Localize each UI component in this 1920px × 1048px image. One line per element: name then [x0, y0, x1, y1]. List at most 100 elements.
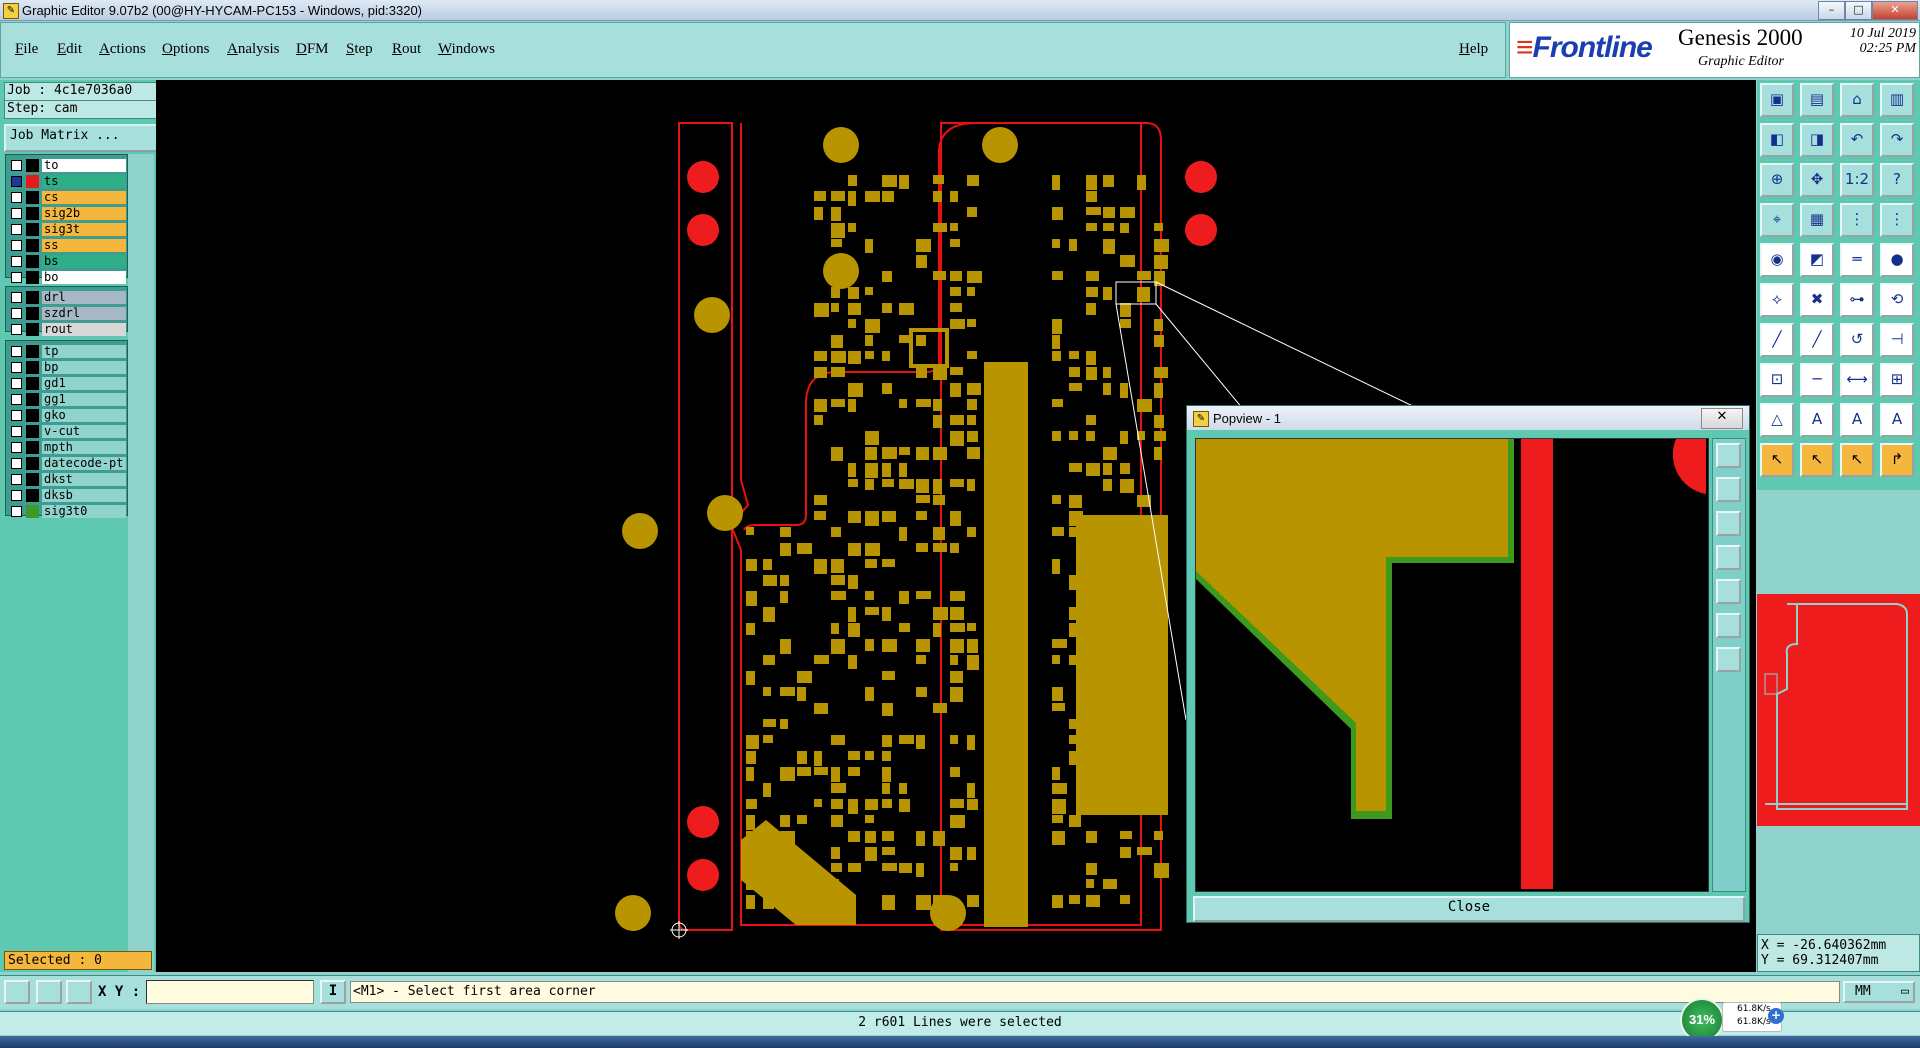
layer-color-swatch[interactable] [26, 271, 39, 284]
layer-name[interactable]: to [42, 159, 126, 172]
layer-row-szdrl[interactable]: szdrl [6, 306, 127, 321]
prev-tool-icon[interactable]: ◧ [1760, 123, 1794, 157]
layer-color-swatch[interactable] [26, 191, 39, 204]
layer-color-swatch[interactable] [26, 441, 39, 454]
menu-options[interactable]: Options [162, 41, 210, 58]
layer-name[interactable]: drl [42, 291, 126, 304]
menu-windows[interactable]: Windows [438, 41, 495, 58]
popview-center-button[interactable] [1716, 647, 1741, 672]
network-plus-icon[interactable]: + [1768, 1008, 1784, 1024]
layer-checkbox[interactable] [11, 192, 22, 203]
layer-row-mpth[interactable]: mpth [6, 440, 127, 455]
layer-checkbox[interactable] [11, 378, 22, 389]
popview-pan-right-button[interactable] [1716, 579, 1741, 604]
layer-row-sig3t[interactable]: sig3t [6, 222, 127, 237]
draw-line-tool-icon[interactable]: ╱ [1760, 323, 1794, 357]
add-line-tool-icon[interactable]: ◩ [1800, 243, 1834, 277]
feature-tool-icon[interactable]: ⊣ [1880, 323, 1914, 357]
layer-row-dkst[interactable]: dkst [6, 472, 127, 487]
undo-tool-icon[interactable]: ↶ [1840, 123, 1874, 157]
layer-color-swatch[interactable] [26, 159, 39, 172]
layer-checkbox[interactable] [11, 176, 22, 187]
copy-tool-icon[interactable]: ⊶ [1840, 283, 1874, 317]
layer-name[interactable]: sig3t0 [42, 505, 126, 518]
text-cursor-icon[interactable]: I [320, 980, 346, 1004]
delete-tool-icon[interactable]: ✖ [1800, 283, 1834, 317]
layer-checkbox[interactable] [11, 308, 22, 319]
popview-pan-left-button[interactable] [1716, 545, 1741, 570]
help-tool-icon[interactable]: ? [1880, 163, 1914, 197]
layer-checkbox[interactable] [11, 224, 22, 235]
maximize-button[interactable]: □ [1845, 1, 1872, 20]
network-monitor[interactable]: 31% 61.8K/s 61.8K/s + [1680, 994, 1790, 1042]
layer-checkbox[interactable] [11, 272, 22, 283]
route-tool-icon[interactable]: ↱ [1880, 443, 1914, 477]
layer-color-swatch[interactable] [26, 307, 39, 320]
minimize-button[interactable]: – [1818, 1, 1845, 20]
popview-zoom-out-button[interactable] [1716, 511, 1741, 536]
open-tool-icon[interactable]: ▣ [1760, 83, 1794, 117]
layer-color-swatch[interactable] [26, 223, 39, 236]
layer-name[interactable]: tp [42, 345, 126, 358]
center-tool-icon[interactable]: ✥ [1800, 163, 1834, 197]
layer-checkbox[interactable] [11, 394, 22, 405]
layer-color-swatch[interactable] [26, 489, 39, 502]
menu-analysis[interactable]: Analysis [227, 41, 280, 58]
layer-row-gko[interactable]: gko [6, 408, 127, 423]
save-tool-icon[interactable]: ▤ [1800, 83, 1834, 117]
popview-titlebar[interactable]: ✎ Popview - 1 ✕ [1187, 406, 1749, 430]
layer-row-datecode-pt[interactable]: datecode-pt [6, 456, 127, 471]
grid-mode-button[interactable] [66, 980, 92, 1004]
snap-tool-icon[interactable]: ⌖ [1760, 203, 1794, 237]
layer-checkbox[interactable] [11, 324, 22, 335]
cut-tool-icon[interactable]: ─ [1800, 363, 1834, 397]
layer-checkbox[interactable] [11, 410, 22, 421]
menu-edit[interactable]: Edit [57, 41, 82, 58]
layer-checkbox[interactable] [11, 490, 22, 501]
measure-tool-icon[interactable]: ⟷ [1840, 363, 1874, 397]
layer-checkbox[interactable] [11, 362, 22, 373]
circle-tool-icon[interactable]: ● [1880, 243, 1914, 277]
layer-checkbox[interactable] [11, 160, 22, 171]
close-window-button[interactable]: ✕ [1872, 1, 1918, 20]
menu-file[interactable]: File [15, 41, 38, 58]
layer-name[interactable]: ss [42, 239, 126, 252]
popview-zoom-in-button[interactable] [1716, 477, 1741, 502]
layer-color-swatch[interactable] [26, 255, 39, 268]
grid-tool-icon[interactable]: ▦ [1800, 203, 1834, 237]
fit-tool-icon[interactable]: ⊕ [1760, 163, 1794, 197]
layer-color-swatch[interactable] [26, 457, 39, 470]
layer-checkbox[interactable] [11, 208, 22, 219]
menu-help[interactable]: Help [1459, 41, 1488, 58]
layer-color-swatch[interactable] [26, 473, 39, 486]
layer-color-swatch[interactable] [26, 345, 39, 358]
menu-actions[interactable]: Actions [99, 41, 146, 58]
popview-close-button[interactable]: Close [1193, 896, 1745, 922]
job-matrix-button[interactable]: Job Matrix ... [4, 124, 160, 152]
layer-row-dksb[interactable]: dksb [6, 488, 127, 503]
layer-scrollbar[interactable] [128, 154, 154, 972]
layer-name[interactable]: bo [42, 271, 126, 284]
layer-checkbox[interactable] [11, 256, 22, 267]
layer-row-drl[interactable]: drl [6, 290, 127, 305]
ruler-tool-icon[interactable]: ═ [1840, 243, 1874, 277]
text-c-tool-icon[interactable]: A [1880, 403, 1914, 437]
select-net-tool-icon[interactable]: ⊞ [1880, 363, 1914, 397]
layer-name[interactable]: bs [42, 255, 126, 268]
layer-checkbox[interactable] [11, 506, 22, 517]
measure-mode-button[interactable] [36, 980, 62, 1004]
layer-checkbox[interactable] [11, 240, 22, 251]
layer-name[interactable]: sig3t [42, 223, 126, 236]
layer-name[interactable]: gg1 [42, 393, 126, 406]
layer-row-ts[interactable]: ts [6, 174, 127, 189]
layer-row-ss[interactable]: ss [6, 238, 127, 253]
layers-b-tool-icon[interactable]: ⋮ [1880, 203, 1914, 237]
pointer-tool-icon[interactable]: ↖ [1760, 443, 1794, 477]
popview-close-icon[interactable]: ✕ [1701, 408, 1743, 429]
layer-row-rout[interactable]: rout [6, 322, 127, 337]
layer-color-swatch[interactable] [26, 393, 39, 406]
layer-color-swatch[interactable] [26, 425, 39, 438]
popview-zoom-view[interactable] [1195, 438, 1709, 892]
layer-color-swatch[interactable] [26, 505, 39, 518]
layer-row-to[interactable]: to [6, 158, 127, 173]
